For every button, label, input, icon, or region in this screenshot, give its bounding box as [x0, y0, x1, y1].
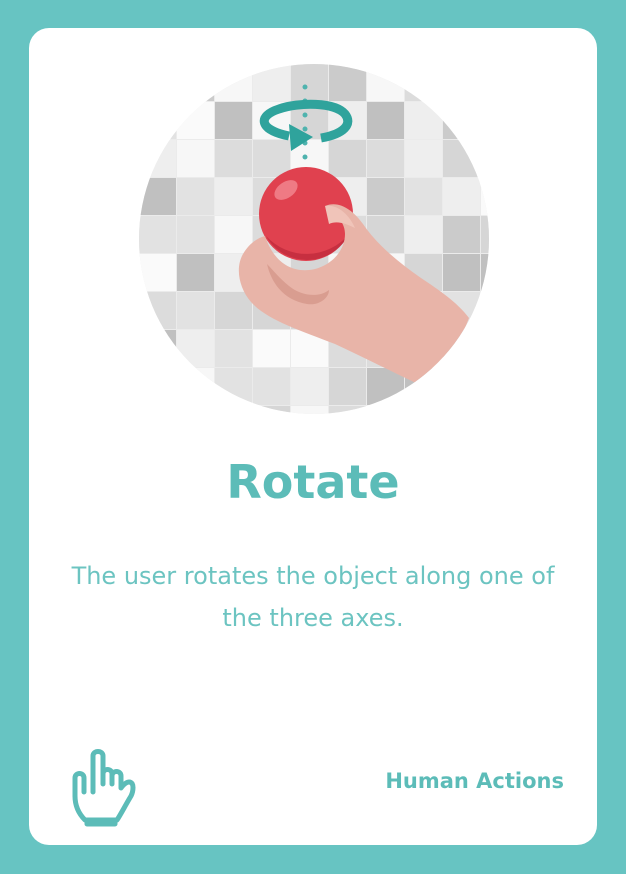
action-card: Rotate The user rotates the object along… [29, 28, 597, 845]
hand-rotating-ball-illustration [139, 64, 489, 414]
card-title: Rotate [226, 455, 400, 509]
category-label: Human Actions [385, 769, 564, 793]
card-description: The user rotates the object along one of… [71, 562, 555, 632]
pointing-hand-icon [65, 744, 137, 828]
